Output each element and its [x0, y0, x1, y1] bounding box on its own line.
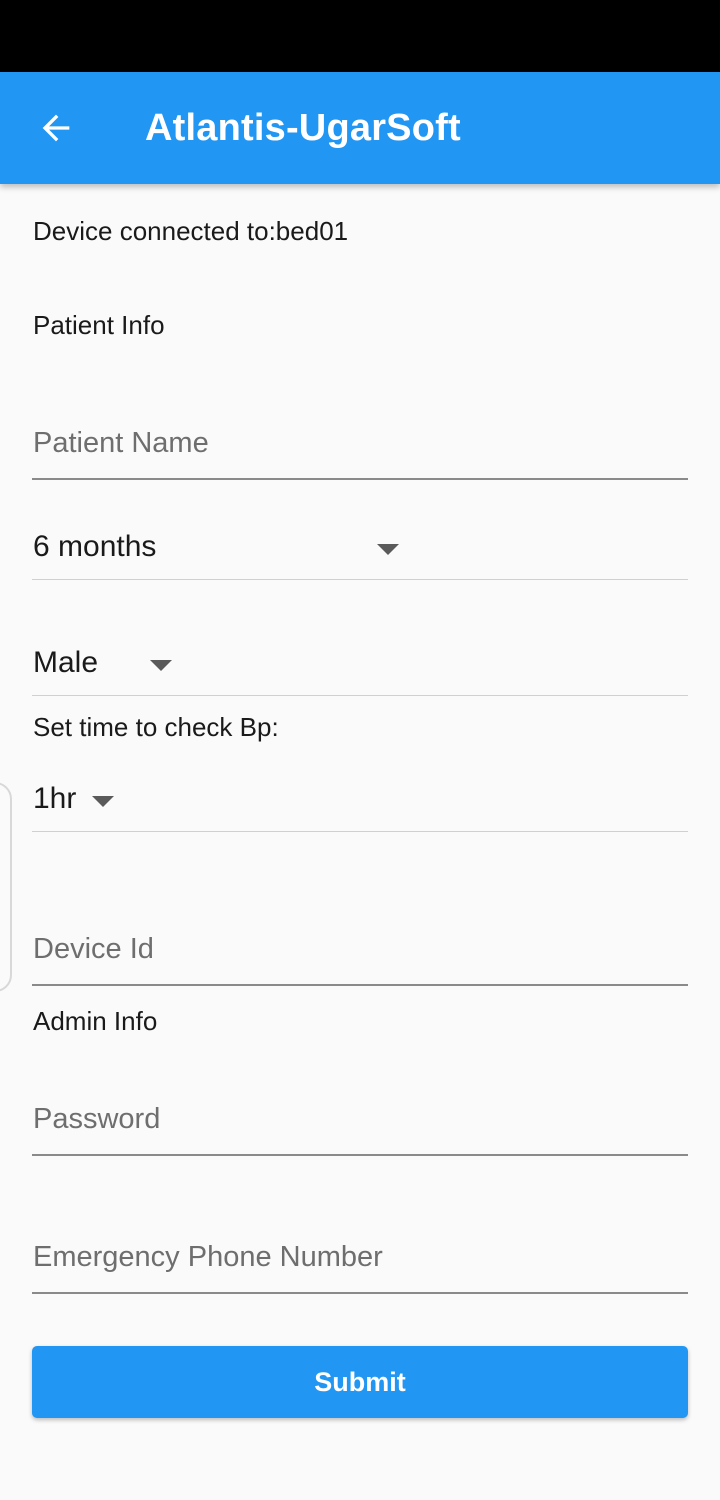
device-id-field: [32, 896, 688, 986]
password-input[interactable]: [32, 1084, 688, 1154]
bp-interval-dropdown-value: 1hr: [33, 782, 77, 815]
gender-dropdown[interactable]: Male: [32, 630, 688, 696]
back-button[interactable]: [28, 100, 84, 156]
device-id-input[interactable]: [32, 914, 688, 984]
patient-form: Device connected to:bed01 Patient Info 6…: [0, 184, 720, 1500]
edge-swipe-handle[interactable]: [0, 782, 12, 992]
caret-down-icon: [377, 544, 399, 555]
app-bar: Atlantis-UgarSoft: [0, 72, 720, 184]
bp-check-label: Set time to check Bp:: [33, 712, 279, 742]
device-connected-text: Device connected to:bed01: [33, 216, 349, 246]
gender-dropdown-value: Male: [33, 646, 99, 679]
caret-down-icon: [150, 660, 172, 671]
patient-info-heading: Patient Info: [33, 310, 165, 340]
submit-button[interactable]: Submit: [32, 1346, 688, 1418]
arrow-left-icon: [42, 114, 70, 142]
patient-name-field: [32, 390, 688, 480]
age-dropdown[interactable]: 6 months: [32, 514, 688, 580]
age-dropdown-value: 6 months: [33, 530, 157, 563]
caret-down-icon: [92, 796, 114, 807]
password-field: [32, 1066, 688, 1156]
patient-name-input[interactable]: [32, 408, 688, 478]
admin-info-heading: Admin Info: [33, 1006, 158, 1036]
emergency-phone-field: [32, 1204, 688, 1294]
status-bar: [0, 0, 720, 72]
bp-interval-dropdown[interactable]: 1hr: [32, 766, 688, 832]
page-title: Atlantis-UgarSoft: [145, 107, 461, 149]
emergency-phone-input[interactable]: [32, 1222, 688, 1292]
